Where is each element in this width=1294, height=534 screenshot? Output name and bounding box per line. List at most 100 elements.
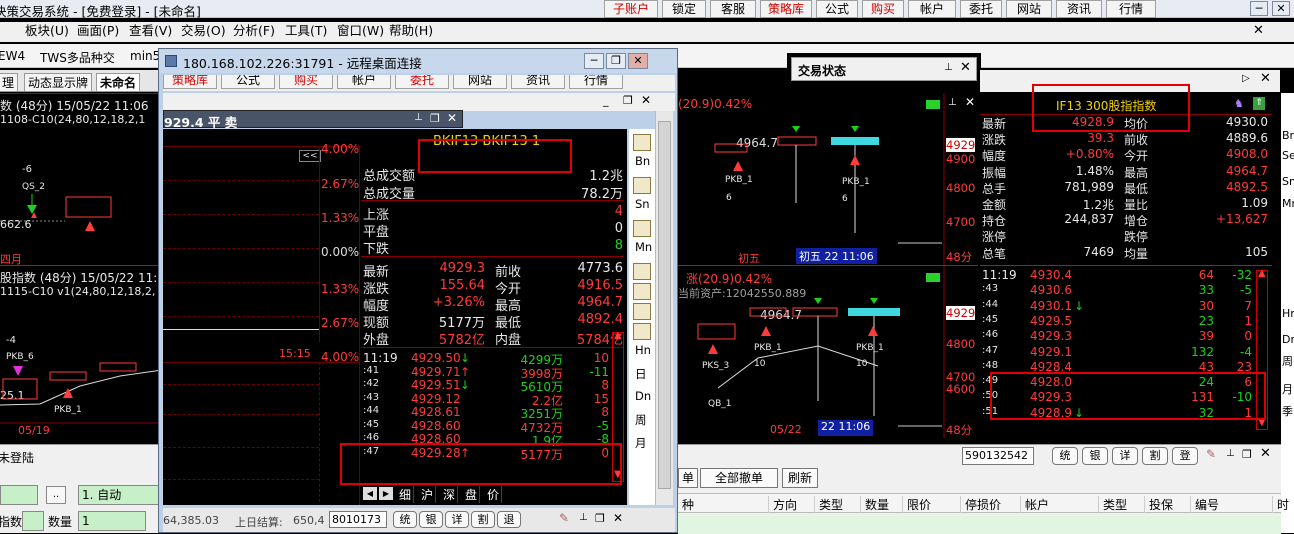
toolbar-button-0[interactable]: 子账户 bbox=[604, 0, 658, 18]
trade-status-pin[interactable]: ⊥ bbox=[944, 62, 953, 73]
tab-dynamic[interactable]: 动态显示牌 bbox=[24, 73, 93, 92]
help-close-icon[interactable]: ✕ bbox=[1253, 23, 1264, 38]
menu-item-7[interactable]: 帮助(H) bbox=[389, 22, 433, 40]
status-button-2[interactable]: 详 bbox=[445, 511, 469, 528]
toolbar-button-7[interactable]: 委托 bbox=[960, 0, 1002, 18]
order-restore-icon[interactable]: ❐ bbox=[1242, 448, 1252, 461]
inner-button-4[interactable]: 委托 bbox=[395, 75, 449, 89]
index-input[interactable] bbox=[22, 511, 44, 531]
status-pin-icon[interactable]: ⊥ bbox=[579, 512, 588, 523]
side-label-3[interactable]: Hn bbox=[635, 343, 651, 357]
trade-close-icon[interactable]: ✕ bbox=[447, 111, 457, 125]
side-icon-button-0[interactable] bbox=[633, 134, 651, 151]
inner-close-icon[interactable]: ✕ bbox=[641, 93, 651, 107]
side-label-5[interactable]: Dn bbox=[635, 389, 651, 403]
toolbar-button-8[interactable]: 网站 bbox=[1006, 0, 1052, 18]
right-play-icon[interactable]: ▷ bbox=[1242, 73, 1250, 84]
menu-item-1[interactable]: 画面(P) bbox=[77, 22, 119, 40]
bottom-tab-2[interactable]: 深 bbox=[443, 486, 459, 503]
inner-button-1[interactable]: 公式 bbox=[221, 75, 275, 89]
scroll-up-icon[interactable]: ▲ bbox=[614, 330, 622, 341]
toolbar-button-3[interactable]: 策略库 bbox=[760, 0, 812, 18]
order-col-6[interactable]: 帐户 bbox=[1020, 496, 1049, 513]
menu-item-6[interactable]: 窗口(W) bbox=[337, 22, 384, 40]
side-icon-button-7[interactable] bbox=[633, 283, 651, 300]
toolbar-button-5[interactable]: 购买 bbox=[862, 0, 904, 18]
order-tool-icon[interactable]: ✎ bbox=[1206, 447, 1216, 461]
menu-item-5[interactable]: 工具(T) bbox=[285, 22, 327, 40]
tab-tws[interactable]: TWS多品种交 bbox=[40, 49, 115, 66]
trade-status-close-icon[interactable]: ✕ bbox=[960, 60, 971, 75]
toolbar-button-6[interactable]: 帐户 bbox=[908, 0, 956, 18]
order-action-button-2[interactable]: 刷新 bbox=[782, 468, 818, 488]
bottom-tab-1[interactable]: 沪 bbox=[421, 486, 437, 503]
side-icon-button-6[interactable] bbox=[633, 263, 651, 280]
status-button-4[interactable]: 退 bbox=[497, 511, 521, 528]
order-top-button-2[interactable]: 详 bbox=[1112, 447, 1138, 465]
order-col-10[interactable]: 时 bbox=[1272, 496, 1289, 513]
far-right-item-5[interactable]: Dr bbox=[1282, 333, 1294, 346]
scrollbar-thumb[interactable] bbox=[658, 121, 671, 489]
right-quote-icon-2[interactable]: ⇑ bbox=[1253, 97, 1265, 110]
remote-scrollbar[interactable] bbox=[655, 111, 673, 505]
order-col-8[interactable]: 投保 bbox=[1144, 496, 1173, 513]
toolbar-button-10[interactable]: 行情 bbox=[1106, 0, 1156, 18]
order-input-1[interactable] bbox=[0, 485, 38, 505]
order-pin-icon[interactable]: ⊥ bbox=[1226, 448, 1235, 459]
order-action-button-1[interactable]: 全部撤单 bbox=[700, 468, 778, 488]
toolbar-button-9[interactable]: 资讯 bbox=[1056, 0, 1102, 18]
remote-minimize-button[interactable]: ─ bbox=[584, 53, 604, 69]
order-action-button-0[interactable]: 单 bbox=[678, 468, 698, 488]
tab-min5[interactable]: min5 bbox=[130, 49, 160, 63]
trade-pin-icon[interactable]: ⊥ bbox=[414, 112, 423, 123]
remote-restore-button[interactable]: ❐ bbox=[606, 53, 626, 69]
right-close-icon[interactable]: ✕ bbox=[1260, 71, 1271, 86]
status-button-3[interactable]: 割 bbox=[471, 511, 495, 528]
order-col-0[interactable]: 种 bbox=[678, 496, 694, 513]
side-icon-button-2[interactable] bbox=[633, 177, 651, 194]
toolbar-button-4[interactable]: 公式 bbox=[816, 0, 858, 18]
order-top-button-0[interactable]: 统 bbox=[1052, 447, 1078, 465]
inner-button-7[interactable]: 行情 bbox=[569, 75, 623, 89]
inner-restore-icon[interactable]: ❐ bbox=[623, 94, 633, 107]
right-scroll-up-icon[interactable]: ▲ bbox=[1258, 268, 1266, 279]
order-acct[interactable]: 590132542 bbox=[962, 447, 1034, 465]
inner-button-5[interactable]: 网站 bbox=[453, 75, 507, 89]
order-col-7[interactable]: 类型 bbox=[1098, 496, 1127, 513]
order-col-9[interactable]: 编号 bbox=[1190, 496, 1219, 513]
tab-ew4[interactable]: EW4 bbox=[0, 49, 25, 63]
qty-input[interactable]: 1 bbox=[78, 511, 146, 531]
status-button-1[interactable]: 银 bbox=[419, 511, 443, 528]
menu-item-2[interactable]: 查看(V) bbox=[129, 22, 172, 40]
order-top-button-1[interactable]: 银 bbox=[1082, 447, 1108, 465]
inner-min-icon[interactable]: _ bbox=[603, 94, 609, 107]
side-icon-button-4[interactable] bbox=[633, 220, 651, 237]
toolbar-button-1[interactable]: 锁定 bbox=[662, 0, 706, 18]
menu-item-3[interactable]: 交易(O) bbox=[181, 22, 226, 40]
more-button[interactable]: .. bbox=[46, 486, 66, 504]
collapse-button[interactable]: << bbox=[299, 150, 321, 162]
order-top-button-3[interactable]: 割 bbox=[1142, 447, 1168, 465]
toolbar-button-2[interactable]: 客服 bbox=[710, 0, 756, 18]
order-close-icon[interactable]: ✕ bbox=[1260, 446, 1271, 461]
side-label-4[interactable]: 日 bbox=[635, 366, 647, 382]
bottom-tab-4[interactable]: 价 bbox=[487, 486, 503, 503]
trade-restore-icon[interactable]: ❐ bbox=[430, 112, 440, 125]
side-icon-button-8[interactable] bbox=[633, 303, 651, 320]
side-label-6[interactable]: 周 bbox=[635, 412, 647, 428]
auto-dropdown[interactable]: 1. 自动 bbox=[78, 485, 162, 505]
side-icon-button-9[interactable] bbox=[633, 323, 651, 340]
order-col-5[interactable]: 停损价 bbox=[960, 496, 1001, 513]
far-right-item-7[interactable]: 月 bbox=[1282, 381, 1293, 397]
order-col-3[interactable]: 数量 bbox=[860, 496, 889, 513]
tab-prev-button[interactable]: ◀ bbox=[363, 487, 377, 500]
inner-button-2[interactable]: 购买 bbox=[279, 75, 333, 89]
status-tool-icon[interactable]: ✎ bbox=[559, 511, 569, 525]
order-table-row[interactable] bbox=[678, 514, 1281, 534]
inner-button-6[interactable]: 资讯 bbox=[511, 75, 565, 89]
minimize-button[interactable]: ─ bbox=[1250, 1, 1268, 16]
order-col-1[interactable]: 方向 bbox=[768, 496, 797, 513]
inner-button-0[interactable]: 策略库 bbox=[163, 75, 217, 89]
far-right-item-4[interactable]: Hr bbox=[1282, 307, 1294, 320]
far-right-item-6[interactable]: 周 bbox=[1282, 353, 1293, 369]
